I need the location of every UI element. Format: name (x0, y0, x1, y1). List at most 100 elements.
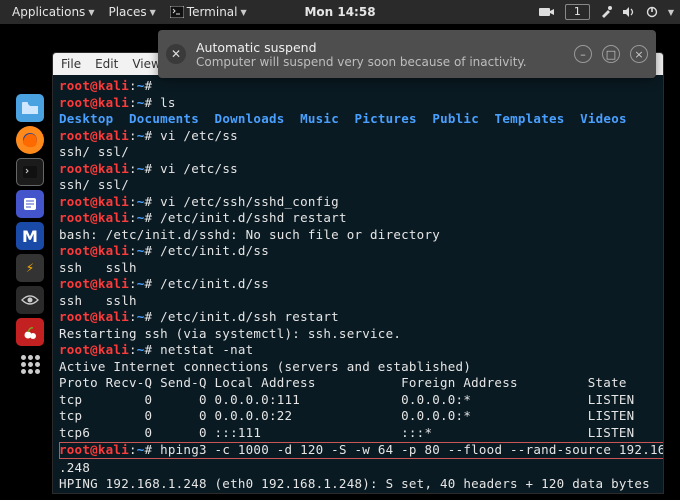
panel-right: 1 ▼ (539, 0, 674, 24)
menu-file[interactable]: File (61, 57, 81, 71)
dir: Desktop (59, 111, 113, 126)
dock-firefox-icon[interactable] (16, 126, 44, 154)
maximize-button[interactable]: □ (602, 45, 620, 63)
ps-sep: : (129, 78, 137, 93)
cmd: vi /etc/ss (160, 161, 238, 176)
output: ssh sslh (59, 260, 137, 275)
netstat-row: tcp 0 0 0.0.0.0:111 0.0.0.0:* LISTEN (59, 392, 634, 407)
apps-grid-icon (21, 355, 40, 374)
camera-icon[interactable] (539, 6, 555, 18)
ps-sep: : (129, 276, 137, 291)
notification: ✕ Automatic suspend Computer will suspen… (158, 30, 656, 78)
dock-wireshark-icon[interactable] (16, 286, 44, 314)
ps-path: ~ (137, 78, 145, 93)
output: hping in flood mode, no replies will be … (59, 493, 409, 495)
ps-path: ~ (137, 276, 145, 291)
notification-body: Computer will suspend very soon because … (196, 55, 564, 69)
brush-icon[interactable] (600, 6, 612, 18)
ps-user: root@kali (59, 342, 129, 357)
output: HPING 192.168.1.248 (eth0 192.168.1.248)… (59, 476, 650, 491)
active-app-label: Terminal (187, 5, 238, 19)
ps-sep: : (129, 342, 137, 357)
cmd: /etc/init.d/ssh restart (160, 309, 339, 324)
dock-cherrytree-icon[interactable] (16, 318, 44, 346)
dock-terminal-icon[interactable] (16, 158, 44, 186)
workspace-indicator[interactable]: 1 (565, 4, 590, 20)
cmd: /etc/init.d/ss (160, 243, 269, 258)
notification-title: Automatic suspend (196, 40, 564, 55)
ps-user: root@kali (59, 210, 129, 225)
ps-sep: : (129, 194, 137, 209)
output: Restarting ssh (via systemctl): ssh.serv… (59, 326, 401, 341)
close-button[interactable]: × (630, 45, 648, 63)
chevron-down-icon: ▼ (88, 8, 94, 17)
menu-view[interactable]: View (132, 57, 160, 71)
ps-hash: # (145, 128, 161, 143)
active-app-menu[interactable]: Terminal ▼ (164, 5, 253, 19)
applications-menu[interactable]: Applications ▼ (6, 5, 100, 19)
ps-user: root@kali (59, 442, 129, 457)
netstat-cols: Proto Recv-Q Send-Q Local Address Foreig… (59, 375, 627, 390)
ps-user: root@kali (59, 161, 129, 176)
cmd: /etc/init.d/sshd restart (160, 210, 347, 225)
ps-hash: # (145, 243, 161, 258)
cmd-hping-wrap: .248 (59, 460, 90, 475)
dir: Templates (495, 111, 565, 126)
ps-hash: # (145, 342, 161, 357)
netstat-header: Active Internet connections (servers and… (59, 359, 471, 374)
netstat-row: tcp 0 0 0.0.0.0:22 0.0.0.0:* LISTEN (59, 408, 634, 423)
ps-hash: # (145, 276, 161, 291)
ps-hash: # (145, 78, 161, 93)
ps-path: ~ (137, 442, 145, 457)
notification-text: Automatic suspend Computer will suspend … (196, 40, 564, 69)
dir: Documents (129, 111, 199, 126)
close-icon: ✕ (171, 47, 181, 61)
ps-hash: # (145, 309, 161, 324)
ps-path: ~ (137, 95, 145, 110)
dock-text-editor-icon[interactable] (16, 190, 44, 218)
chevron-down-icon: ▼ (241, 8, 247, 17)
zap-label: ⚡ (26, 261, 34, 275)
volume-icon[interactable] (622, 6, 636, 18)
dir: Music (300, 111, 339, 126)
ps-user: root@kali (59, 309, 129, 324)
metasploit-label: M (22, 227, 38, 246)
ps-sep: : (129, 128, 137, 143)
dock-zap-icon[interactable]: ⚡ (16, 254, 44, 282)
clock[interactable]: Mon 14:58 (304, 5, 375, 19)
cmd: /etc/init.d/ss (160, 276, 269, 291)
ps-hash: # (145, 442, 161, 457)
output: ssh/ ssl/ (59, 144, 129, 159)
dock: M ⚡ (16, 94, 46, 378)
ps-sep: : (129, 442, 137, 457)
netstat-row: tcp6 0 0 :::111 :::* LISTEN (59, 425, 634, 440)
system-menu-chevron-icon[interactable]: ▼ (668, 8, 674, 17)
top-panel: Applications ▼ Places ▼ Terminal ▼ Mon 1… (0, 0, 680, 24)
ps-path: ~ (137, 210, 145, 225)
power-icon[interactable] (646, 6, 658, 18)
ps-path: ~ (137, 161, 145, 176)
ps-user: root@kali (59, 128, 129, 143)
chevron-down-icon: ▼ (150, 8, 156, 17)
places-menu[interactable]: Places ▼ (102, 5, 161, 19)
dock-show-apps-icon[interactable] (16, 350, 44, 378)
ps-user: root@kali (59, 243, 129, 258)
cmd: vi /etc/ss (160, 128, 238, 143)
dir: Downloads (215, 111, 285, 126)
terminal-body[interactable]: root@kali:~# root@kali:~# ls Desktop Doc… (53, 75, 663, 494)
ps-sep: : (129, 243, 137, 258)
minimize-button[interactable]: – (574, 45, 592, 63)
notification-close-icon[interactable]: ✕ (166, 44, 186, 64)
menu-edit[interactable]: Edit (95, 57, 118, 71)
highlighted-command: root@kali:~# hping3 -c 1000 -d 120 -S -w… (59, 442, 664, 459)
ps-sep: : (129, 95, 137, 110)
ps-hash: # (145, 210, 161, 225)
ps-hash: # (145, 95, 161, 110)
ps-sep: : (129, 210, 137, 225)
ps-sep: : (129, 161, 137, 176)
dock-metasploit-icon[interactable]: M (16, 222, 44, 250)
dock-files-icon[interactable] (16, 94, 44, 122)
applications-label: Applications (12, 5, 85, 19)
ps-hash: # (145, 194, 161, 209)
ps-user: root@kali (59, 95, 129, 110)
